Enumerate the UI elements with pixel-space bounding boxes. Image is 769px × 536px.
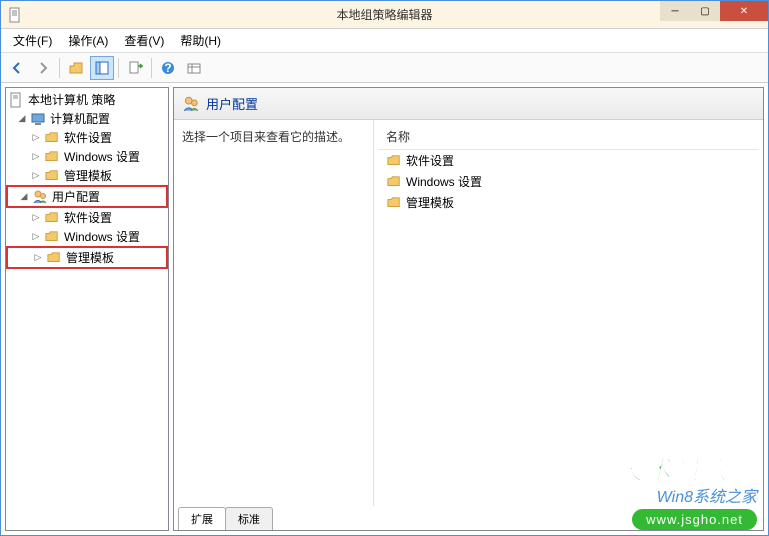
description-pane: 选择一个项目来查看它的描述。	[174, 120, 374, 506]
list-item[interactable]: 软件设置	[378, 150, 759, 171]
tree-label: Windows 设置	[64, 228, 140, 245]
folder-icon	[44, 229, 60, 245]
main-window: 本地组策略编辑器 ─ ▢ ✕ 文件(F) 操作(A) 查看(V) 帮助(H) ?…	[0, 0, 769, 536]
tree-software-settings[interactable]: ▷ 软件设置	[6, 128, 168, 147]
folder-icon	[386, 195, 402, 211]
export-button[interactable]	[123, 56, 147, 80]
filter-button[interactable]	[182, 56, 206, 80]
show-hide-tree-button[interactable]	[90, 56, 114, 80]
toolbar-separator	[151, 58, 152, 78]
tree-label: 软件设置	[64, 209, 112, 226]
expander-icon[interactable]: ▷	[32, 252, 44, 264]
close-button[interactable]: ✕	[720, 1, 768, 21]
menu-help[interactable]: 帮助(H)	[172, 29, 229, 52]
folder-icon	[386, 153, 402, 169]
item-label: 管理模板	[406, 194, 454, 211]
toolbar-separator	[118, 58, 119, 78]
tree-label: 管理模板	[64, 167, 112, 184]
tree-software-settings-user[interactable]: ▷ 软件设置	[6, 208, 168, 227]
tab-standard[interactable]: 标准	[225, 507, 273, 530]
user-icon	[32, 189, 48, 205]
tree-windows-settings[interactable]: ▷ Windows 设置	[6, 147, 168, 166]
window-controls: ─ ▢ ✕	[660, 1, 768, 21]
svg-text:?: ?	[164, 61, 171, 75]
menubar: 文件(F) 操作(A) 查看(V) 帮助(H)	[1, 29, 768, 53]
toolbar-separator	[59, 58, 60, 78]
folder-icon	[44, 210, 60, 226]
computer-icon	[30, 111, 46, 127]
tree-label: 用户配置	[52, 188, 100, 205]
user-icon	[182, 95, 200, 113]
tree-user-config[interactable]: ◢ 用户配置	[6, 185, 168, 208]
tree-admin-templates-user[interactable]: ▷ 管理模板	[6, 246, 168, 269]
menu-file[interactable]: 文件(F)	[5, 29, 60, 52]
tree-label: 管理模板	[66, 249, 114, 266]
list-pane: 名称 软件设置 Windows 设置 管理模板	[374, 120, 763, 506]
forward-button[interactable]	[31, 56, 55, 80]
expander-icon[interactable]: ◢	[18, 191, 30, 203]
folder-icon	[44, 149, 60, 165]
policy-icon	[8, 92, 24, 108]
expander-icon[interactable]: ▷	[30, 212, 42, 224]
list-item[interactable]: 管理模板	[378, 192, 759, 213]
expander-icon[interactable]: ◢	[16, 113, 28, 125]
expander-icon[interactable]: ▷	[30, 151, 42, 163]
help-button[interactable]: ?	[156, 56, 180, 80]
description-text: 选择一个项目来查看它的描述。	[182, 130, 350, 144]
tree-panel[interactable]: 本地计算机 策略 ◢ 计算机配置 ▷ 软件设置 ▷ Windows 设置 ▷ 管…	[5, 87, 169, 531]
minimize-button[interactable]: ─	[660, 1, 690, 21]
back-button[interactable]	[5, 56, 29, 80]
menu-view[interactable]: 查看(V)	[116, 29, 172, 52]
detail-title: 用户配置	[206, 94, 258, 113]
content-area: 本地计算机 策略 ◢ 计算机配置 ▷ 软件设置 ▷ Windows 设置 ▷ 管…	[1, 83, 768, 535]
column-name[interactable]: 名称	[378, 124, 759, 150]
expander-icon[interactable]: ▷	[30, 132, 42, 144]
tab-extended[interactable]: 扩展	[178, 507, 226, 530]
item-label: 软件设置	[406, 152, 454, 169]
titlebar[interactable]: 本地组策略编辑器 ─ ▢ ✕	[1, 1, 768, 29]
folder-icon	[44, 130, 60, 146]
detail-body: 选择一个项目来查看它的描述。 名称 软件设置 Windows 设置 管理模板	[174, 120, 763, 506]
window-title: 本地组策略编辑器	[336, 6, 432, 23]
menu-action[interactable]: 操作(A)	[60, 29, 116, 52]
folder-icon	[44, 168, 60, 184]
folder-icon	[46, 250, 62, 266]
tree-label: 计算机配置	[50, 110, 110, 127]
tree-root[interactable]: 本地计算机 策略	[6, 90, 168, 109]
app-icon	[7, 7, 23, 23]
detail-panel: 用户配置 选择一个项目来查看它的描述。 名称 软件设置 Windows 设置	[173, 87, 764, 531]
tree-admin-templates[interactable]: ▷ 管理模板	[6, 166, 168, 185]
tree-windows-settings-user[interactable]: ▷ Windows 设置	[6, 227, 168, 246]
maximize-button[interactable]: ▢	[690, 1, 720, 21]
toolbar: ?	[1, 53, 768, 83]
tree-label: 软件设置	[64, 129, 112, 146]
item-label: Windows 设置	[406, 173, 482, 190]
expander-icon[interactable]: ▷	[30, 170, 42, 182]
expander-icon[interactable]: ▷	[30, 231, 42, 243]
folder-icon	[386, 174, 402, 190]
tree-label: 本地计算机 策略	[28, 91, 115, 108]
detail-header: 用户配置	[174, 88, 763, 120]
tabs: 扩展 标准	[174, 506, 763, 530]
tree-computer-config[interactable]: ◢ 计算机配置	[6, 109, 168, 128]
list-item[interactable]: Windows 设置	[378, 171, 759, 192]
up-button[interactable]	[64, 56, 88, 80]
tree-label: Windows 设置	[64, 148, 140, 165]
